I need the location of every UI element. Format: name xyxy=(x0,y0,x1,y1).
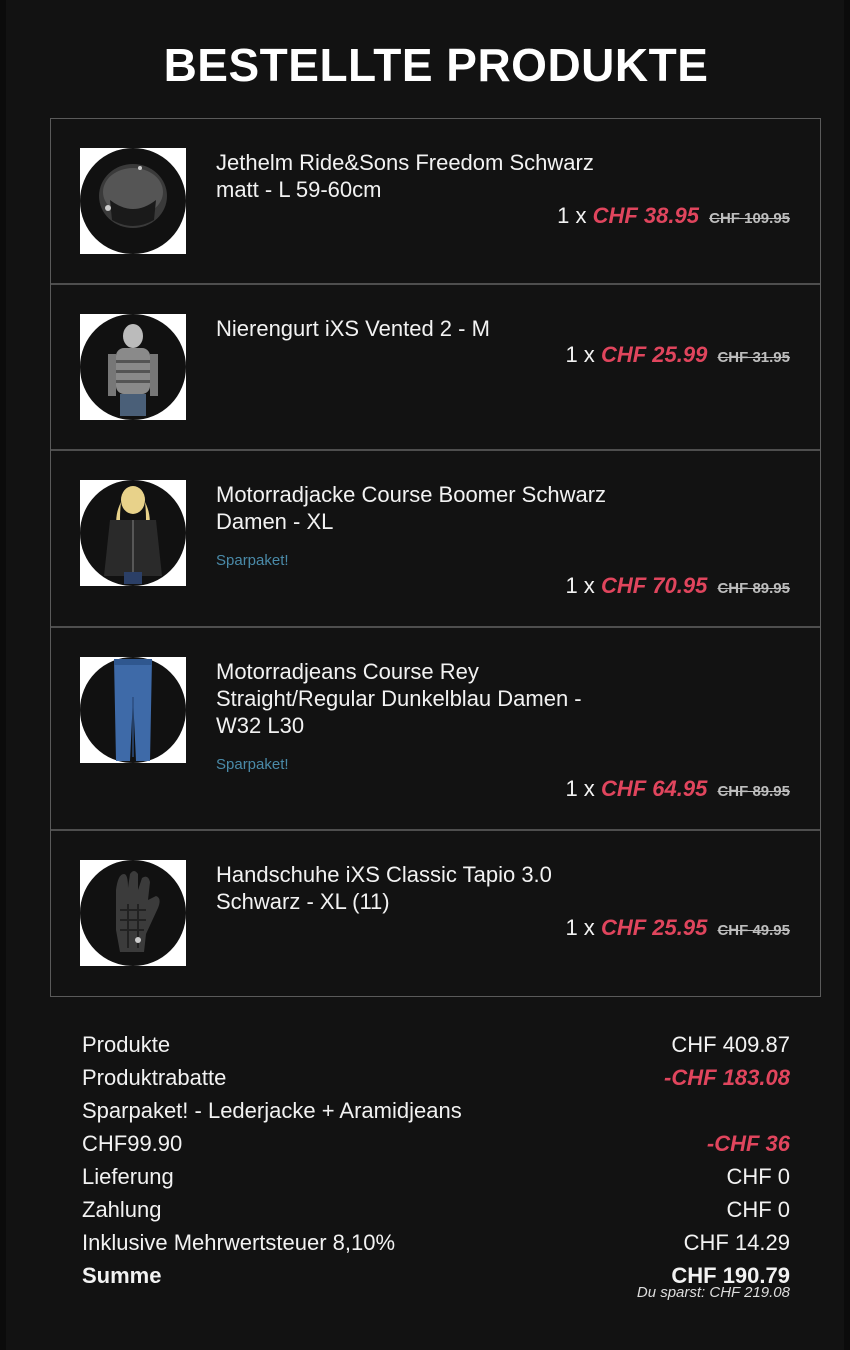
product-original-price: CHF 31.95 xyxy=(717,349,790,366)
bundle-badge: Sparpaket! xyxy=(216,756,289,773)
summary-discount: Produktrabatte -CHF 183.08 xyxy=(82,1061,790,1094)
summary-value: CHF 0 xyxy=(726,1164,790,1189)
product-price: 1 x CHF 25.95 CHF 49.95 xyxy=(565,915,790,941)
product-thumbnail[interactable] xyxy=(80,860,186,966)
summary-value: CHF 0 xyxy=(726,1197,790,1222)
product-original-price: CHF 109.95 xyxy=(709,210,790,227)
helmet-icon xyxy=(80,148,186,254)
jeans-icon xyxy=(80,657,186,763)
summary-label: Lieferung xyxy=(82,1164,174,1189)
kidney-belt-icon xyxy=(80,314,186,420)
product-name[interactable]: Handschuhe iXS Classic Tapio 3.0 Schwarz… xyxy=(216,861,616,915)
order-summary: Produkte CHF 409.87 Produktrabatte -CHF … xyxy=(82,1028,790,1292)
summary-label: Zahlung xyxy=(82,1197,162,1222)
summary-value: -CHF 36 xyxy=(706,1131,790,1156)
bundle-badge: Sparpaket! xyxy=(216,552,289,569)
product-thumbnail[interactable] xyxy=(80,480,186,586)
product-sale-price: CHF 25.99 xyxy=(600,342,708,367)
product-thumbnail[interactable] xyxy=(80,148,186,254)
summary-value: CHF 409.87 xyxy=(671,1032,790,1057)
product-name[interactable]: Motorradjacke Course Boomer Schwarz Dame… xyxy=(216,481,616,535)
page-edge-right xyxy=(844,0,850,1350)
summary-vat: Inklusive Mehrwertsteuer 8,10% CHF 14.29 xyxy=(82,1226,790,1259)
product-sale-price: CHF 70.95 xyxy=(600,573,708,598)
leather-jacket-icon xyxy=(80,480,186,586)
product-thumbnail[interactable] xyxy=(80,657,186,763)
page-edge-left xyxy=(0,0,6,1350)
product-quantity: 1 x xyxy=(565,776,595,801)
summary-value: -CHF 183.08 xyxy=(664,1065,790,1090)
summary-bundle: Sparpaket! - Lederjacke + Aramidjeans CH… xyxy=(82,1094,790,1160)
product-quantity: 1 x xyxy=(557,203,587,228)
product-price: 1 x CHF 64.95 CHF 89.95 xyxy=(565,776,790,802)
product-row: Jethelm Ride&Sons Freedom Schwarz matt -… xyxy=(51,119,820,285)
product-row: Motorradjacke Course Boomer Schwarz Dame… xyxy=(51,451,820,628)
glove-icon xyxy=(80,860,186,966)
summary-label: Sparpaket! - Lederjacke + Aramidjeans CH… xyxy=(82,1098,462,1156)
ordered-products-list: Jethelm Ride&Sons Freedom Schwarz matt -… xyxy=(50,118,821,997)
summary-products: Produkte CHF 409.87 xyxy=(82,1028,790,1061)
product-name[interactable]: Motorradjeans Course Rey Straight/Regula… xyxy=(216,658,616,739)
product-original-price: CHF 49.95 xyxy=(717,922,790,939)
product-sale-price: CHF 64.95 xyxy=(600,776,708,801)
product-price: 1 x CHF 70.95 CHF 89.95 xyxy=(565,573,790,599)
summary-shipping: Lieferung CHF 0 xyxy=(82,1160,790,1193)
product-thumbnail[interactable] xyxy=(80,314,186,420)
summary-value: CHF 14.29 xyxy=(683,1230,790,1255)
product-quantity: 1 x xyxy=(565,573,595,598)
product-quantity: 1 x xyxy=(565,915,595,940)
page-title: BESTELLTE PRODUKTE xyxy=(163,39,709,91)
product-price: 1 x CHF 38.95 CHF 109.95 xyxy=(557,203,790,229)
product-name[interactable]: Jethelm Ride&Sons Freedom Schwarz matt -… xyxy=(216,149,616,203)
product-original-price: CHF 89.95 xyxy=(717,580,790,597)
product-row: Handschuhe iXS Classic Tapio 3.0 Schwarz… xyxy=(51,831,820,996)
savings-note: Du sparst: CHF 219.08 xyxy=(636,1284,790,1301)
summary-payment: Zahlung CHF 0 xyxy=(82,1193,790,1226)
product-price: 1 x CHF 25.99 CHF 31.95 xyxy=(565,342,790,368)
product-original-price: CHF 89.95 xyxy=(717,783,790,800)
product-sale-price: CHF 38.95 xyxy=(592,203,699,228)
product-row: Motorradjeans Course Rey Straight/Regula… xyxy=(51,628,820,831)
product-name[interactable]: Nierengurt iXS Vented 2 - M xyxy=(216,315,616,342)
product-row: Nierengurt iXS Vented 2 - M 1 x CHF 25.9… xyxy=(51,285,820,451)
product-quantity: 1 x xyxy=(565,342,595,367)
product-sale-price: CHF 25.95 xyxy=(600,915,708,940)
